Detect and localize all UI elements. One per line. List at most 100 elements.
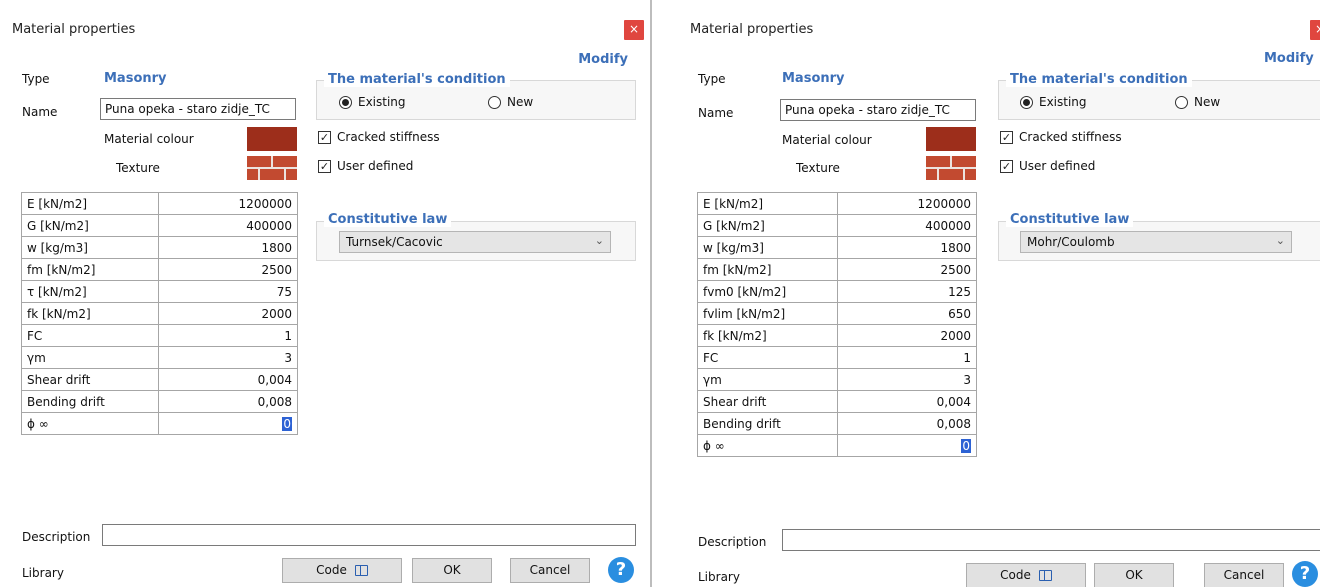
property-value-editing[interactable]: 0 — [158, 412, 298, 435]
property-value[interactable]: 1 — [158, 324, 298, 347]
table-row: G [kN/m2] 400000 — [697, 214, 977, 237]
cracked-stiffness-checkbox[interactable]: ✓ — [1000, 131, 1013, 144]
property-value[interactable]: 1200000 — [837, 192, 977, 215]
table-row: Shear drift 0,004 — [21, 368, 298, 391]
property-name: E [kN/m2] — [697, 192, 838, 215]
existing-radio[interactable] — [339, 96, 352, 109]
constitutive-law-title: Constitutive law — [1006, 212, 1134, 227]
table-row: τ [kN/m2] 75 — [21, 280, 298, 303]
material-colour-swatch[interactable] — [247, 127, 297, 151]
constitutive-law-value: Turnsek/Cacovic — [346, 235, 443, 249]
new-radio[interactable] — [488, 96, 501, 109]
table-row: fvlim [kN/m2] 650 — [697, 302, 977, 325]
chevron-down-icon: ⌄ — [594, 234, 604, 247]
property-name: γm — [21, 346, 159, 369]
ok-button[interactable]: OK — [1094, 563, 1174, 587]
table-row: γm 3 — [697, 368, 977, 391]
help-icon[interactable]: ? — [608, 557, 634, 583]
table-row: E [kN/m2] 1200000 — [697, 192, 977, 215]
description-input[interactable] — [782, 529, 1320, 551]
user-defined-label: User defined — [337, 159, 414, 173]
code-button[interactable]: Code — [282, 558, 402, 583]
material-condition-title: The material's condition — [324, 72, 510, 87]
material-properties-dialog: Material properties × Modify Type Masonr… — [0, 0, 648, 587]
constitutive-law-select[interactable]: Turnsek/Cacovic ⌄ — [339, 231, 611, 253]
modify-label: Modify — [1264, 51, 1314, 66]
property-value-editing[interactable]: 0 — [837, 434, 977, 457]
brick-texture-icon[interactable] — [926, 156, 976, 180]
type-value: Masonry — [782, 71, 845, 86]
property-value[interactable]: 0,008 — [837, 412, 977, 435]
brick-texture-icon[interactable] — [247, 156, 297, 180]
dialog-title: Material properties — [12, 22, 136, 37]
panel-separator — [650, 0, 652, 587]
constitutive-law-select[interactable]: Mohr/Coulomb ⌄ — [1020, 231, 1292, 253]
code-label: Code — [316, 563, 347, 577]
property-value[interactable]: 2500 — [837, 258, 977, 281]
property-value[interactable]: 0,004 — [837, 390, 977, 413]
property-name: fk [kN/m2] — [697, 324, 838, 347]
property-value[interactable]: 1800 — [837, 236, 977, 259]
table-row: fm [kN/m2] 2500 — [697, 258, 977, 281]
close-button[interactable]: × — [624, 20, 644, 40]
property-value[interactable]: 2000 — [158, 302, 298, 325]
new-radio[interactable] — [1175, 96, 1188, 109]
name-label: Name — [22, 105, 58, 119]
table-row: fk [kN/m2] 2000 — [697, 324, 977, 347]
property-value[interactable]: 1800 — [158, 236, 298, 259]
property-name: fvm0 [kN/m2] — [697, 280, 838, 303]
property-value[interactable]: 3 — [837, 368, 977, 391]
new-label: New — [507, 95, 534, 109]
name-input[interactable]: Puna opeka - staro zidje_TC — [100, 98, 296, 120]
close-button[interactable]: × — [1310, 20, 1320, 40]
ok-button[interactable]: OK — [412, 558, 492, 583]
property-name: fm [kN/m2] — [21, 258, 159, 281]
name-label: Name — [698, 106, 734, 120]
property-value[interactable]: 125 — [837, 280, 977, 303]
property-value[interactable]: 400000 — [158, 214, 298, 237]
constitutive-law-title: Constitutive law — [324, 212, 452, 227]
user-defined-checkbox[interactable]: ✓ — [1000, 160, 1013, 173]
cancel-button[interactable]: Cancel — [1204, 563, 1284, 587]
table-row: Shear drift 0,004 — [697, 390, 977, 413]
property-value[interactable]: 2000 — [837, 324, 977, 347]
property-value[interactable]: 0,004 — [158, 368, 298, 391]
description-label: Description — [698, 535, 767, 549]
type-label: Type — [22, 72, 50, 86]
existing-radio[interactable] — [1020, 96, 1033, 109]
user-defined-checkbox[interactable]: ✓ — [318, 160, 331, 173]
property-value[interactable]: 75 — [158, 280, 298, 303]
property-value[interactable]: 1 — [837, 346, 977, 369]
cracked-stiffness-label: Cracked stiffness — [1019, 130, 1122, 144]
material-colour-swatch[interactable] — [926, 127, 976, 151]
existing-label: Existing — [358, 95, 406, 109]
code-button[interactable]: Code — [966, 563, 1086, 587]
property-value[interactable]: 0,008 — [158, 390, 298, 413]
description-input[interactable] — [102, 524, 636, 546]
table-row: fk [kN/m2] 2000 — [21, 302, 298, 325]
property-value[interactable]: 2500 — [158, 258, 298, 281]
table-row: w [kg/m3] 1800 — [21, 236, 298, 259]
property-value[interactable]: 650 — [837, 302, 977, 325]
texture-label: Texture — [116, 161, 160, 175]
property-name: ϕ ∞ — [21, 412, 159, 435]
table-row: ϕ ∞ 0 — [697, 434, 977, 457]
library-label: Library — [698, 570, 740, 584]
material-properties-dialog: Material properties × Modify Type Masonr… — [678, 0, 1320, 587]
material-colour-label: Material colour — [782, 133, 872, 147]
property-name: fk [kN/m2] — [21, 302, 159, 325]
table-row: FC 1 — [697, 346, 977, 369]
property-name: E [kN/m2] — [21, 192, 159, 215]
help-icon[interactable]: ? — [1292, 561, 1318, 587]
property-name: fm [kN/m2] — [697, 258, 838, 281]
new-label: New — [1194, 95, 1221, 109]
cancel-button[interactable]: Cancel — [510, 558, 590, 583]
name-input[interactable]: Puna opeka - staro zidje_TC — [780, 99, 976, 121]
description-label: Description — [22, 530, 91, 544]
cracked-stiffness-checkbox[interactable]: ✓ — [318, 131, 331, 144]
property-value[interactable]: 1200000 — [158, 192, 298, 215]
property-value[interactable]: 400000 — [837, 214, 977, 237]
property-name: γm — [697, 368, 838, 391]
property-value[interactable]: 3 — [158, 346, 298, 369]
chevron-down-icon: ⌄ — [1275, 234, 1285, 247]
